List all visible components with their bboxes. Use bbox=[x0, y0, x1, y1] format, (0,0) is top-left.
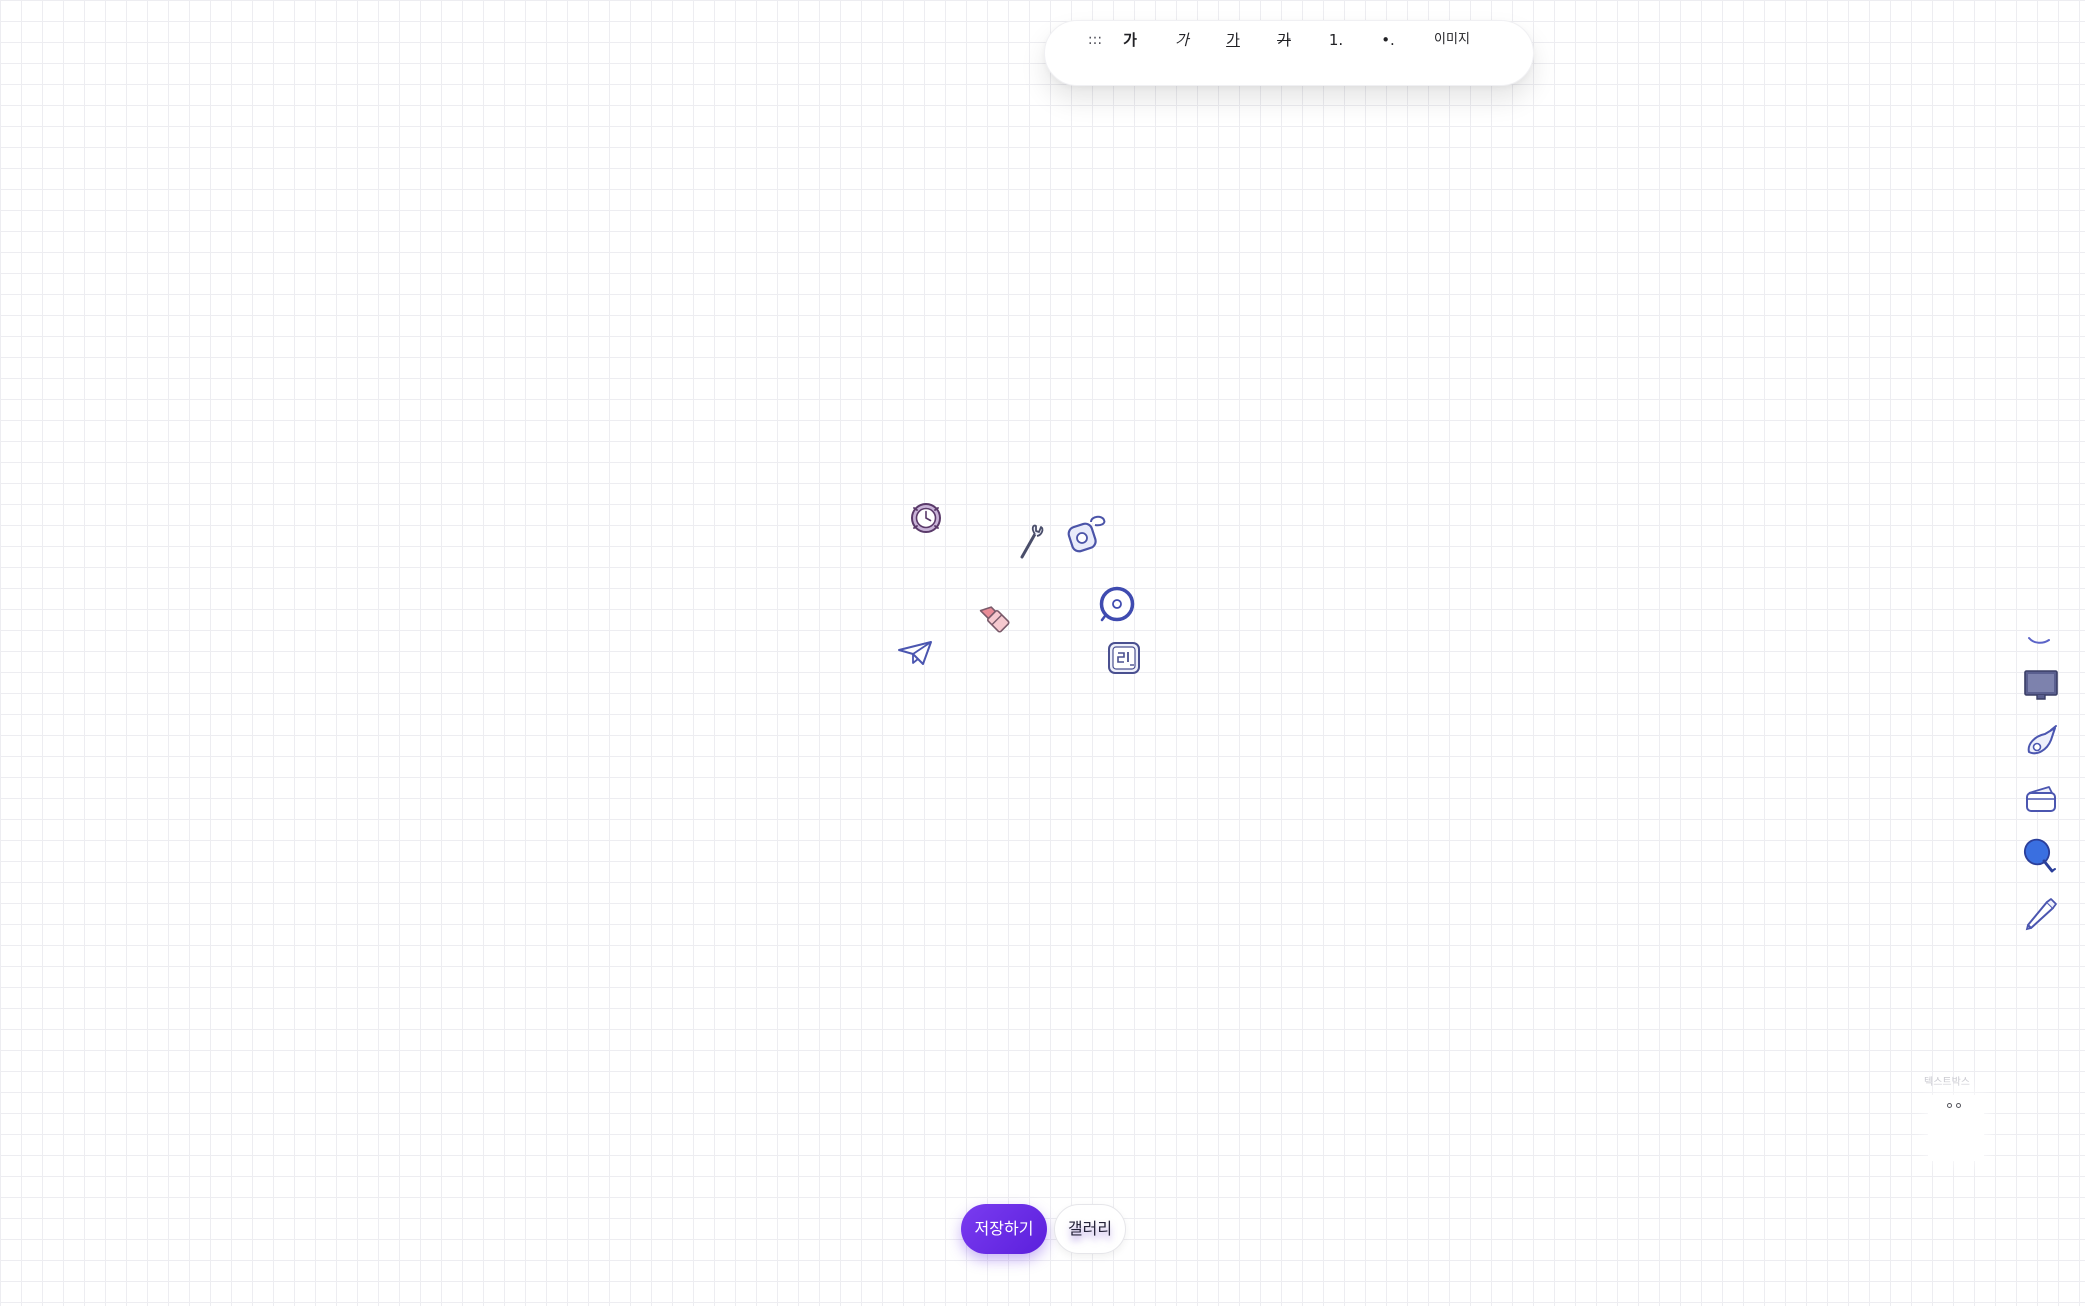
textbox-handle[interactable] bbox=[1947, 1103, 1961, 1108]
monitor-icon[interactable] bbox=[2023, 669, 2059, 703]
sticker-rail-partial-item[interactable] bbox=[2025, 634, 2055, 648]
textbox-label: 텍스트박스 bbox=[1924, 1077, 1970, 1088]
calendar-icon[interactable] bbox=[1106, 640, 1142, 676]
gallery-button[interactable]: 갤러리 bbox=[1054, 1204, 1126, 1254]
bold-button[interactable]: 가 bbox=[1117, 27, 1143, 53]
ice-pop-icon[interactable] bbox=[2022, 836, 2060, 876]
textbox-handle-dot bbox=[1956, 1103, 1961, 1108]
strikethrough-button[interactable]: 가 bbox=[1271, 27, 1297, 53]
italic-button[interactable]: 가 bbox=[1169, 27, 1195, 53]
perfume-icon[interactable] bbox=[1064, 512, 1110, 554]
toolbar-drag-handle[interactable]: ::: bbox=[1082, 27, 1108, 53]
lipstick-icon[interactable] bbox=[974, 597, 1016, 635]
disc-icon[interactable] bbox=[1097, 584, 1137, 624]
save-button[interactable]: 저장하기 bbox=[961, 1204, 1047, 1254]
paper-plane-icon[interactable] bbox=[896, 637, 936, 669]
wrench-icon[interactable] bbox=[1015, 521, 1049, 561]
wallet-icon[interactable] bbox=[2023, 781, 2059, 815]
textbox-handle-dot bbox=[1947, 1103, 1952, 1108]
bullet-list-button[interactable]: •. bbox=[1375, 27, 1401, 53]
underline-button[interactable]: 가 bbox=[1220, 27, 1246, 53]
brush-icon[interactable] bbox=[2023, 724, 2059, 760]
insert-image-button[interactable]: 이미지 bbox=[1428, 27, 1476, 53]
watch-icon[interactable] bbox=[906, 499, 946, 537]
pen-icon[interactable] bbox=[2023, 896, 2059, 932]
gallery-button-label: 갤러리 bbox=[1067, 1219, 1113, 1238]
ordered-list-button[interactable]: 1. bbox=[1323, 27, 1349, 53]
